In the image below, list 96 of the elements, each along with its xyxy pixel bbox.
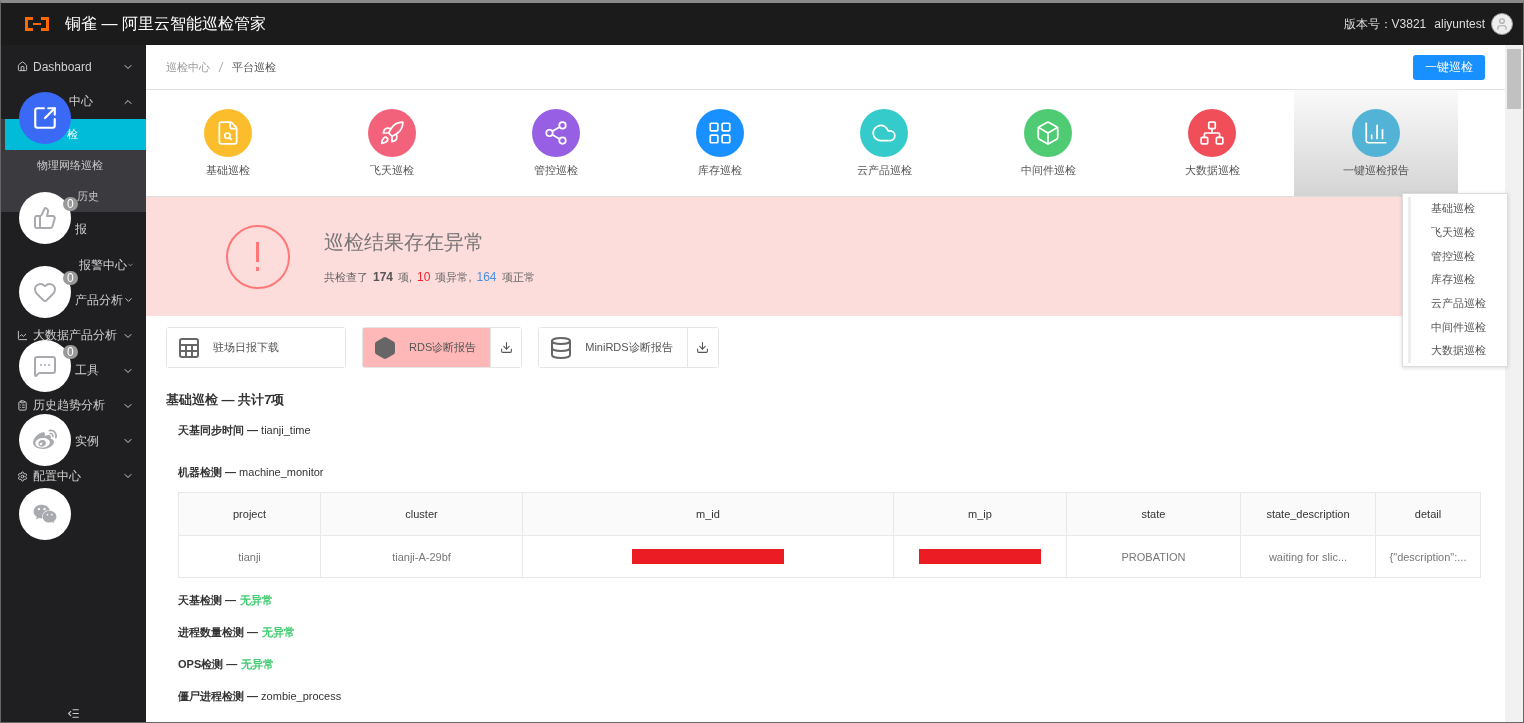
logo-icon xyxy=(23,15,51,33)
category-tab[interactable]: 中间件巡检 xyxy=(966,90,1130,196)
count-badge: 0 xyxy=(63,345,78,359)
version-label: 版本号：V3821 xyxy=(1343,15,1427,33)
category-label: 大数据巡检 xyxy=(1184,162,1240,178)
table-cell: PROBATION xyxy=(1066,535,1241,578)
column-header: state_description xyxy=(1240,492,1376,536)
settings-icon xyxy=(17,470,28,482)
category-label: 一键巡检报告 xyxy=(1343,162,1409,178)
sidebar-item[interactable]: 大数据产品分析 xyxy=(33,327,117,345)
clipboard-icon xyxy=(17,400,28,412)
menu-item[interactable]: 中间件巡检 xyxy=(1408,315,1507,340)
table-cell: {"description":... xyxy=(1375,535,1481,578)
table-cell: tianji-A-29bf xyxy=(320,535,523,578)
comment-icon xyxy=(33,354,57,378)
check-title: 进程数量检测 — xyxy=(178,625,259,640)
report-button[interactable]: RDS诊断报告 xyxy=(363,328,491,367)
column-header: m_id xyxy=(522,492,894,536)
heart-icon xyxy=(33,280,57,304)
hexagon-icon xyxy=(373,335,397,360)
sidebar-item[interactable]: 工具 xyxy=(75,362,99,380)
sidebar-item[interactable]: 实例 xyxy=(75,432,99,450)
wechat-icon xyxy=(33,502,57,526)
avatar-icon[interactable] xyxy=(1491,13,1513,35)
weibo-icon xyxy=(33,428,57,452)
column-header: state xyxy=(1066,492,1241,536)
check-title: 天基检测 — xyxy=(178,593,237,608)
menu-item[interactable]: 管控巡检 xyxy=(1408,244,1507,269)
category-label: 库存巡检 xyxy=(698,162,742,178)
column-header: detail xyxy=(1375,492,1481,536)
sidebar-item[interactable]: 报警中心 xyxy=(79,256,127,274)
download-icon xyxy=(696,341,710,354)
report-button[interactable]: 驻场日报下载 xyxy=(167,328,345,367)
separator-icon xyxy=(218,62,224,72)
count-badge: 0 xyxy=(63,271,78,285)
column-header: cluster xyxy=(320,492,523,536)
download-button[interactable] xyxy=(490,328,522,367)
category-tab[interactable]: 云产品巡检 xyxy=(802,90,966,196)
check-title: 机器检测 — machine_monitor xyxy=(178,465,324,480)
menu-item[interactable]: 大数据巡检 xyxy=(1408,339,1507,363)
report-label: 驻场日报下载 xyxy=(213,340,279,355)
menu-item[interactable]: 基础巡检 xyxy=(1408,197,1507,221)
column-header: project xyxy=(178,492,321,536)
category-tab[interactable]: 一键巡检报告 xyxy=(1294,90,1458,196)
category-label: 飞天巡检 xyxy=(370,162,414,178)
category-tab[interactable]: 飞天巡检 xyxy=(310,90,474,196)
sidebar-item[interactable]: 历史趋势分析 xyxy=(33,397,105,415)
check-title: OPS检测 — xyxy=(178,657,238,672)
sidebar-subitem[interactable]: 历史 xyxy=(77,189,99,205)
thumbs-up-icon xyxy=(33,206,57,230)
sidebar-item[interactable]: 中心 xyxy=(69,93,93,111)
share-circle-button[interactable] xyxy=(19,414,71,466)
table-cell: waiting for slic... xyxy=(1240,535,1376,578)
menu-item[interactable]: 云产品巡检 xyxy=(1408,291,1507,316)
summary-text: 共检查了 174 项, 10 项异常, 164 项正常 xyxy=(324,269,535,285)
collapse-icon[interactable] xyxy=(67,707,80,720)
sidebar-item[interactable]: Dashboard xyxy=(33,59,92,74)
category-tab[interactable]: 库存巡检 xyxy=(638,90,802,196)
line-chart-icon xyxy=(17,330,28,342)
database-icon xyxy=(549,335,574,360)
count-badge: 0 xyxy=(63,197,78,211)
check-title: 僵尸进程检测 — zombie_process xyxy=(178,689,342,704)
menu-item[interactable]: 库存巡检 xyxy=(1408,268,1507,292)
sidebar-item[interactable]: 产品分析 xyxy=(75,291,123,309)
category-tab[interactable]: 大数据巡检 xyxy=(1130,90,1294,196)
category-label: 基础巡检 xyxy=(206,162,250,178)
user-name[interactable]: aliyuntest xyxy=(1434,17,1485,31)
app-title: 铜雀 — 阿里云智能巡检管家 xyxy=(65,13,266,34)
share-circle-button[interactable] xyxy=(19,488,71,540)
download-button[interactable] xyxy=(686,328,718,367)
menu-item[interactable]: 飞天巡检 xyxy=(1408,220,1507,245)
category-label: 管控巡检 xyxy=(534,162,578,178)
home-icon xyxy=(17,61,28,73)
category-label: 中间件巡检 xyxy=(1020,162,1076,178)
category-tab[interactable]: 基础巡检 xyxy=(146,90,310,196)
category-label: 云产品巡检 xyxy=(856,162,912,178)
scrollbar[interactable] xyxy=(1505,45,1523,722)
category-tab[interactable]: 管控巡检 xyxy=(474,90,638,196)
section-title: 基础巡检 — 共计7项 xyxy=(166,391,286,409)
status-text: 无异常 xyxy=(240,593,274,608)
sidebar-item[interactable]: 配置中心 xyxy=(33,467,81,485)
status-text: 无异常 xyxy=(262,625,296,640)
table-cell: tianji xyxy=(178,535,321,578)
result-title: 巡检结果存在异常 xyxy=(324,229,485,255)
report-label: MiniRDS诊断报告 xyxy=(585,340,673,355)
report-label: RDS诊断报告 xyxy=(409,340,477,355)
share-icon xyxy=(32,105,58,131)
warning-icon xyxy=(226,224,290,289)
sidebar-item[interactable]: 报 xyxy=(75,221,87,239)
download-icon xyxy=(499,341,513,354)
spreadsheet-icon xyxy=(177,335,201,360)
check-title: 天基同步时间 — tianji_time xyxy=(178,423,311,438)
sidebar-subitem[interactable]: 物理网络巡检 xyxy=(37,158,103,174)
column-header: m_ip xyxy=(893,492,1067,536)
breadcrumb-link[interactable]: 平台巡检 xyxy=(232,59,276,75)
status-text: 无异常 xyxy=(241,657,275,672)
